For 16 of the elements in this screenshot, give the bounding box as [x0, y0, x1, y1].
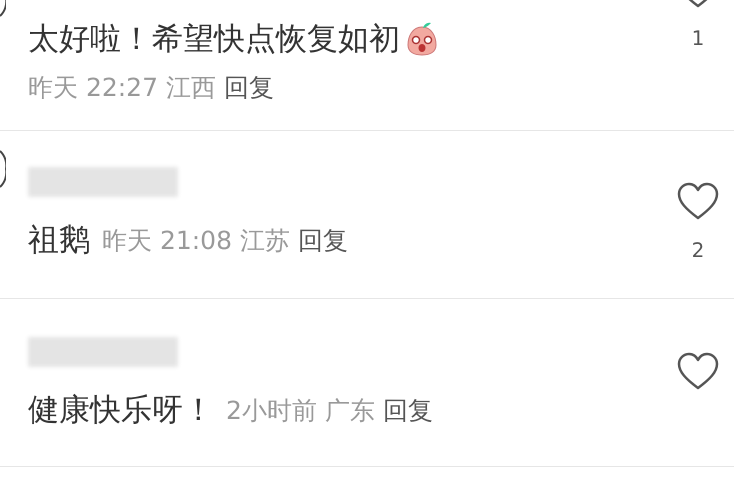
comment-text: 祖鹅 [28, 221, 90, 260]
comment-time: 昨天 22:27 [28, 72, 158, 104]
comment-region: 广东 [324, 394, 375, 426]
like-count: 2 [692, 237, 704, 264]
comment-time: 昨天 21:08 [102, 224, 232, 256]
comment-region: 江西 [166, 72, 216, 104]
heart-icon[interactable] [676, 351, 720, 391]
reply-link[interactable]: 回复 [298, 222, 348, 259]
reply-link[interactable]: 回复 [224, 68, 274, 106]
comment-region: 江苏 [240, 224, 290, 256]
comment-text: 太好啦！希望快点恢复如初 [28, 20, 400, 59]
heart-icon[interactable] [676, 181, 720, 221]
like-count: 1 [692, 25, 704, 52]
comment-time: 2小时前 [226, 394, 317, 426]
reply-link[interactable]: 回复 [382, 392, 433, 429]
comment-text: 健康快乐呀！ [28, 391, 214, 430]
